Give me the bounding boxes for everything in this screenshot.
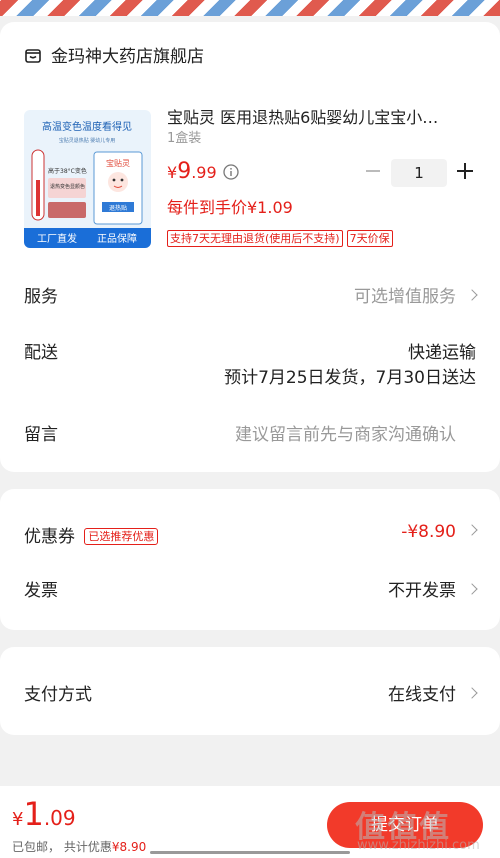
chevron-right-icon: [466, 289, 478, 301]
product-thumbnail[interactable]: 高温变色温度看得见 宝贴灵退热贴 婴幼儿专用 高于38°C变色 退热变色显颜色 …: [24, 110, 151, 248]
price-currency: ¥: [167, 163, 178, 182]
payment-value: 在线支付: [388, 685, 456, 705]
thumb-sub: 宝贴灵退热贴 婴幼儿专用: [59, 137, 116, 144]
chevron-right-icon: [466, 687, 478, 699]
total-decimal: .09: [43, 806, 76, 830]
quantity-increase-button[interactable]: [457, 163, 473, 179]
payment-label: 支付方式: [24, 685, 92, 705]
return-policy-tag: 支持7天无理由退货(使用后不支持): [167, 230, 343, 247]
home-indicator[interactable]: [150, 851, 350, 854]
delivery-method: 快递运输: [408, 343, 476, 363]
thumb-note: 退热变色显颜色: [50, 183, 85, 190]
product-spec[interactable]: 1盒装: [167, 127, 201, 146]
message-label: 留言: [24, 425, 58, 445]
watermark-url: www.zhizhizhi.com: [357, 838, 480, 853]
thumb-brand: 宝贴灵: [106, 158, 130, 168]
invoice-value: 不开发票: [388, 581, 456, 601]
message-row[interactable]: 留言 建议留言前先与商家沟通确认: [24, 420, 476, 445]
service-row[interactable]: 服务 可选增值服务: [24, 282, 478, 307]
coupon-value: -¥8.90: [401, 522, 456, 542]
quantity-decrease-button[interactable]: [366, 170, 380, 172]
shop-header[interactable]: 金玛神大药店旗舰店: [24, 42, 204, 67]
thumb-label: 退热贴: [109, 204, 127, 212]
product-image: 高温变色温度看得见 宝贴灵退热贴 婴幼儿专用 高于38°C变色 退热变色显颜色 …: [24, 110, 151, 248]
total-summary: 已包邮， 共计优惠¥8.90: [12, 840, 147, 854]
delivery-label: 配送: [24, 343, 58, 363]
discount-card: 优惠券 已选推荐优惠 -¥8.90 发票 不开发票: [0, 489, 500, 630]
delivery-row[interactable]: 配送 快递运输 预计7月25日发货，7月30日送达: [24, 338, 476, 388]
invoice-row[interactable]: 发票 不开发票: [24, 576, 478, 601]
watermark: 值值值 www.zhizhizhi.com: [355, 802, 495, 856]
quantity-input[interactable]: 1: [391, 159, 447, 187]
thumb-footer-left: 工厂直发: [37, 232, 77, 245]
thumb-temp: 高于38°C变色: [48, 167, 87, 175]
info-icon[interactable]: [223, 164, 239, 180]
coupon-recommended-tag: 已选推荐优惠: [84, 528, 159, 545]
thumb-headline: 高温变色温度看得见: [42, 120, 132, 133]
price-protection-tag: 7天价保: [346, 230, 393, 247]
payment-card: 支付方式 在线支付: [0, 647, 500, 735]
airmail-border: [0, 0, 500, 16]
order-card: 金玛神大药店旗舰店 高温变色温度看得见 宝贴灵退热贴 婴幼儿专用 高于38°C变…: [0, 22, 500, 472]
discount-prefix: 共计优惠: [63, 840, 112, 854]
discount-value: ¥8.90: [111, 840, 147, 854]
service-label: 服务: [24, 287, 58, 307]
message-input[interactable]: 建议留言前先与商家沟通确认: [235, 420, 456, 445]
price-integer: 9: [177, 159, 192, 184]
coupon-label: 优惠券: [24, 527, 75, 547]
service-value: 可选增值服务: [354, 287, 456, 307]
arrival-price: 每件到手价¥1.09: [167, 198, 293, 217]
shop-name: 金玛神大药店旗舰店: [51, 47, 204, 67]
total-integer: 1: [23, 795, 44, 833]
coupon-row[interactable]: 优惠券 已选推荐优惠 -¥8.90: [24, 522, 478, 547]
price-decimal: .99: [191, 163, 217, 182]
payment-row[interactable]: 支付方式 在线支付: [24, 680, 478, 705]
chevron-right-icon: [466, 583, 478, 595]
product-title[interactable]: 宝贴灵 医用退热贴6贴婴幼儿宝宝小…: [167, 104, 477, 128]
chevron-right-icon: [466, 524, 478, 536]
thumb-footer-right: 正品保障: [97, 232, 137, 245]
total-price: ¥ 1 .09: [12, 798, 76, 830]
product-price: ¥ 9 .99: [167, 159, 217, 184]
delivery-eta: 预计7月25日发货，7月30日送达: [224, 368, 476, 388]
shipping-label: 已包邮: [12, 840, 49, 854]
invoice-label: 发票: [24, 581, 58, 601]
total-currency: ¥: [12, 809, 24, 830]
product-tags: 支持7天无理由退货(使用后不支持) 7天价保: [167, 230, 393, 247]
shop-icon: [25, 48, 41, 63]
